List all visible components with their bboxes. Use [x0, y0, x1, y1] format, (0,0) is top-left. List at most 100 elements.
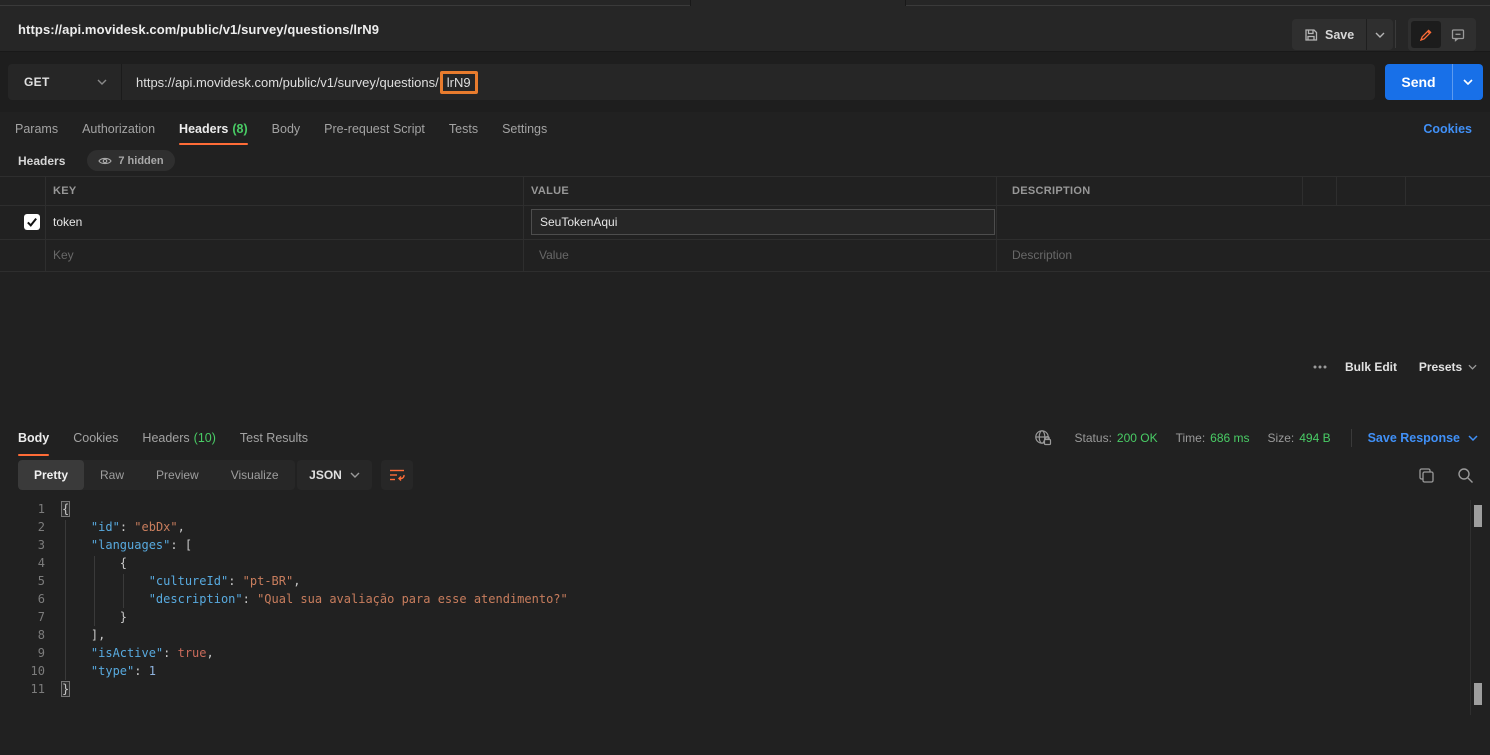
code-line-content: }	[119, 610, 128, 624]
chevron-down-icon	[350, 472, 360, 478]
view-tab-visualize[interactable]: Visualize	[215, 460, 295, 490]
tab-label: Authorization	[82, 121, 156, 136]
code-line-content: "cultureId": "pt-BR",	[148, 574, 301, 588]
save-response-button[interactable]: Save Response	[1368, 431, 1478, 445]
send-button[interactable]: Send	[1385, 64, 1452, 100]
code-line: 11}	[0, 680, 1490, 698]
code-line-content: "type": 1	[90, 664, 156, 678]
tab-settings[interactable]: Settings	[502, 112, 547, 145]
bulk-edit-button[interactable]: Bulk Edit	[1337, 352, 1405, 381]
response-action-icons	[1418, 460, 1474, 490]
comment-icon	[1451, 28, 1465, 42]
table-border	[1405, 176, 1406, 205]
chevron-down-icon	[1468, 435, 1478, 441]
size-label: Size:	[1267, 431, 1295, 445]
size-value: 494 B	[1299, 431, 1331, 445]
globe-lock-icon	[1034, 430, 1051, 446]
header-key-cell[interactable]: token	[53, 205, 82, 239]
request-title: https://api.movidesk.com/public/v1/surve…	[18, 21, 380, 37]
code-line: 8 ],	[0, 626, 1490, 644]
code-line-content: {	[60, 501, 71, 517]
save-dropdown-button[interactable]	[1367, 19, 1393, 50]
table-border	[523, 176, 524, 271]
more-options-button[interactable]	[1303, 352, 1336, 381]
response-tab-headers[interactable]: Headers (10)	[142, 420, 215, 456]
line-number: 7	[37, 610, 45, 624]
network-info-button[interactable]	[1033, 429, 1053, 447]
line-number: 6	[37, 592, 45, 606]
search-button[interactable]	[1457, 467, 1474, 484]
code-line: 10 "type": 1	[0, 662, 1490, 680]
view-mode-group: Pretty Raw Preview Visualize	[18, 460, 295, 490]
line-number: 2	[37, 520, 45, 534]
line-number: 4	[37, 556, 45, 570]
response-tab-test-results[interactable]: Test Results	[240, 420, 308, 456]
eye-icon	[98, 156, 113, 166]
tab-label: Cookies	[73, 431, 119, 445]
table-border	[45, 176, 46, 271]
header-row-checkbox[interactable]	[24, 214, 40, 230]
line-number: 5	[37, 574, 45, 588]
request-title-bar: https://api.movidesk.com/public/v1/surve…	[0, 6, 1490, 52]
url-input[interactable]: https://api.movidesk.com/public/v1/surve…	[122, 64, 478, 100]
response-body-viewer[interactable]: 1{2 "id": "ebDx", 3 "languages": [4 {5 "c…	[0, 500, 1490, 715]
tab-headers-count: (8)	[232, 121, 248, 136]
hidden-headers-toggle[interactable]: 7 hidden	[87, 150, 175, 171]
column-header-value: VALUE	[531, 184, 569, 197]
line-number: 8	[37, 628, 45, 642]
response-meta-bar: Status: 200 OK Time: 686 ms Size: 494 B …	[1033, 420, 1478, 456]
format-selector[interactable]: JSON	[297, 460, 372, 490]
response-tab-body[interactable]: Body	[18, 420, 50, 456]
send-dropdown-button[interactable]	[1453, 64, 1483, 100]
copy-icon	[1419, 467, 1434, 483]
send-button-group: Send	[1385, 64, 1483, 100]
new-key-placeholder[interactable]: Key	[53, 239, 74, 271]
save-icon	[1304, 28, 1318, 42]
table-border	[0, 205, 1490, 206]
new-value-placeholder[interactable]: Value	[539, 239, 569, 271]
scrollbar-thumb[interactable]	[1474, 505, 1482, 527]
size-badge: Size: 494 B	[1268, 431, 1331, 445]
scrollbar-track	[1470, 500, 1471, 715]
scrollbar-thumb-bottom[interactable]	[1474, 683, 1482, 705]
copy-button[interactable]	[1418, 467, 1435, 484]
view-tab-raw[interactable]: Raw	[84, 460, 140, 490]
beautify-button[interactable]	[381, 460, 413, 490]
code-line: 5 "cultureId": "pt-BR",	[0, 572, 1490, 590]
hidden-headers-label: 7 hidden	[118, 154, 164, 167]
status-badge: Status: 200 OK	[1075, 431, 1158, 445]
format-label: JSON	[309, 468, 342, 482]
postman-app-window: https://api.movidesk.com/public/v1/surve…	[0, 0, 1490, 755]
tab-body[interactable]: Body	[272, 112, 301, 145]
new-description-placeholder[interactable]: Description	[1012, 239, 1072, 271]
check-icon	[27, 218, 37, 227]
cookies-link[interactable]: Cookies	[1423, 112, 1472, 145]
line-number: 10	[30, 664, 45, 678]
code-line-content: {	[119, 556, 128, 570]
tab-authorization[interactable]: Authorization	[82, 112, 155, 145]
header-value-input[interactable]: SeuTokenAqui	[531, 209, 995, 235]
time-value: 686 ms	[1210, 431, 1250, 445]
tab-params[interactable]: Params	[15, 112, 58, 145]
indent-guide	[94, 556, 95, 626]
wrap-text-icon	[390, 469, 405, 481]
save-button[interactable]: Save	[1292, 19, 1366, 50]
comments-button[interactable]	[1443, 21, 1473, 48]
line-number: 1	[37, 502, 45, 516]
view-tab-pretty[interactable]: Pretty	[18, 460, 85, 490]
presets-button[interactable]: Presets	[1406, 352, 1490, 381]
edit-request-button[interactable]	[1411, 21, 1441, 48]
response-tab-cookies[interactable]: Cookies	[73, 420, 118, 456]
method-selector[interactable]: GET	[8, 64, 122, 100]
tab-tests[interactable]: Tests	[449, 112, 478, 145]
code-line-content: ],	[90, 628, 106, 642]
table-border	[0, 239, 1490, 240]
url-bar: GET https://api.movidesk.com/public/v1/s…	[8, 64, 1375, 100]
tab-label: Params	[15, 121, 59, 136]
code-line-content: "languages": [	[90, 538, 193, 552]
status-label: Status:	[1074, 431, 1112, 445]
tab-pre-request-script[interactable]: Pre-request Script	[324, 112, 425, 145]
tab-headers[interactable]: Headers (8)	[179, 112, 248, 145]
chevron-down-icon	[1463, 79, 1473, 85]
view-tab-preview[interactable]: Preview	[140, 460, 215, 490]
